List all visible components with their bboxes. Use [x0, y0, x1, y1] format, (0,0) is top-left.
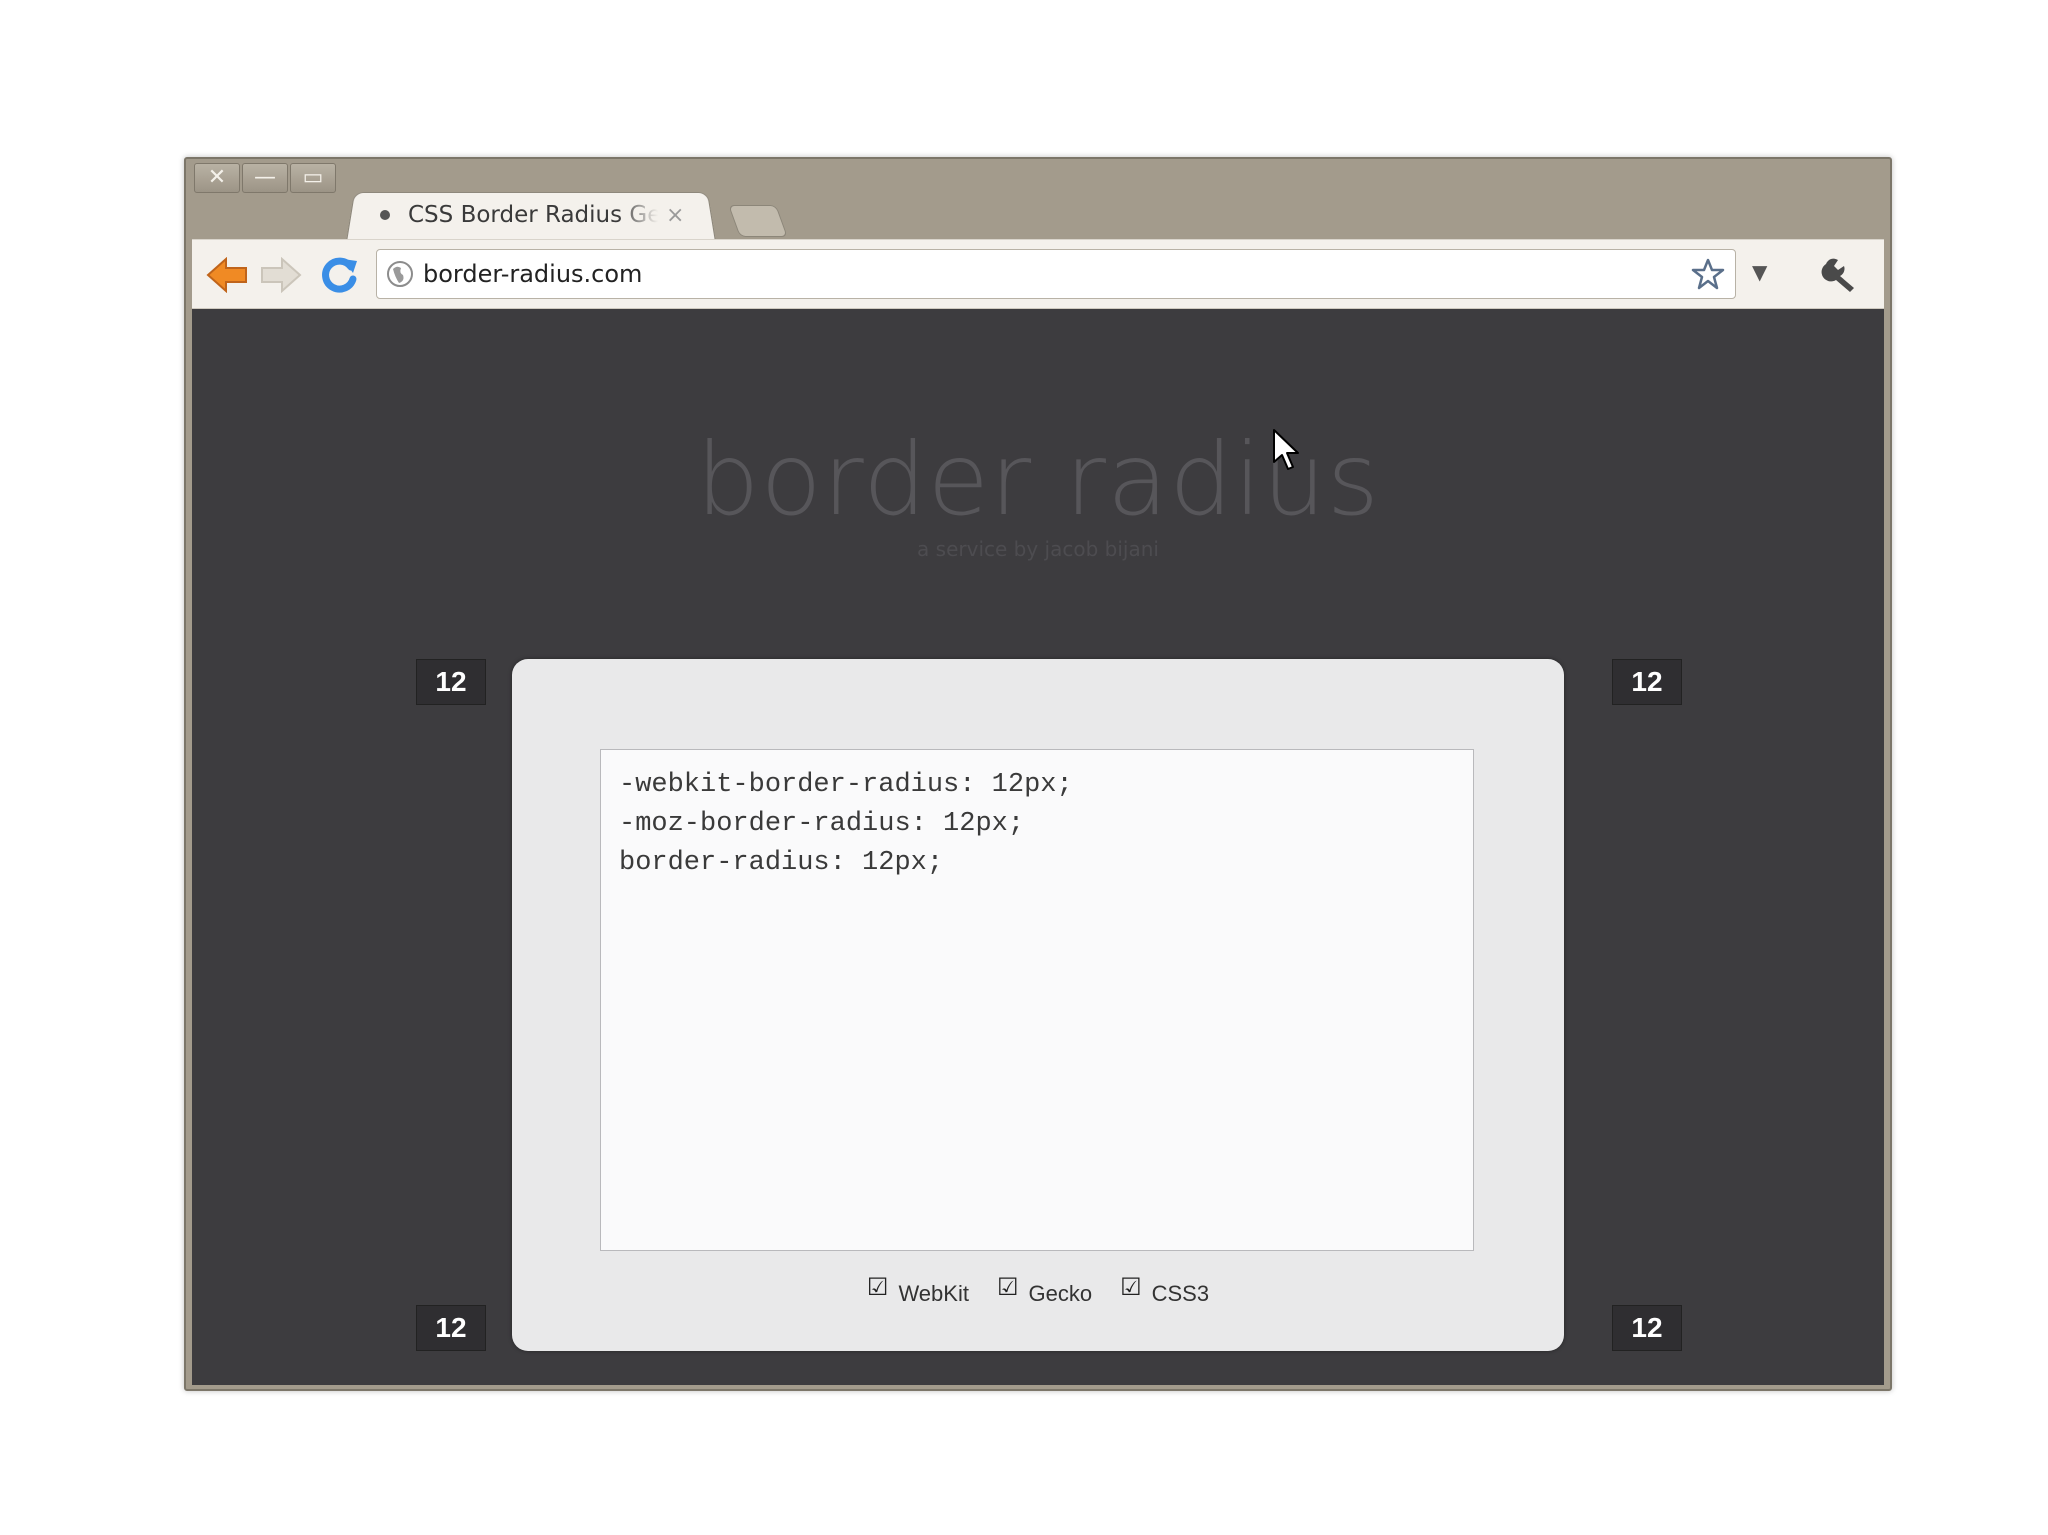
option-webkit[interactable]: ☑ WebKit — [867, 1274, 969, 1308]
globe-icon — [387, 261, 413, 287]
option-gecko-label: Gecko — [1028, 1280, 1093, 1306]
vendor-options: ☑ WebKit ☑ Gecko ☑ CSS3 — [512, 1274, 1564, 1308]
option-gecko[interactable]: ☑ Gecko — [997, 1274, 1093, 1308]
tab-loading-icon — [380, 210, 390, 220]
radius-input-top-right[interactable]: 12 — [1612, 659, 1682, 705]
radius-input-bottom-left[interactable]: 12 — [416, 1305, 486, 1351]
option-css3-label: CSS3 — [1151, 1280, 1210, 1306]
browser-window: ✕ — ▭ CSS Border Radius Generator × — [184, 157, 1892, 1391]
radius-input-bottom-right[interactable]: 12 — [1612, 1305, 1682, 1351]
radius-input-top-left[interactable]: 12 — [416, 659, 486, 705]
site-subtitle: a service by jacob bijani — [917, 537, 1159, 561]
checkbox-gecko-icon[interactable]: ☑ — [997, 1273, 1019, 1302]
forward-arrow-icon[interactable] — [258, 252, 304, 298]
browser-toolbar: border-radius.com ▼ — [192, 239, 1884, 309]
mouse-cursor-icon — [1273, 429, 1299, 470]
checkbox-webkit-icon[interactable]: ☑ — [867, 1273, 889, 1302]
option-webkit-label: WebKit — [898, 1280, 969, 1306]
page-content: border radius a service by jacob bijani … — [192, 309, 1884, 1385]
star-icon[interactable] — [1691, 257, 1725, 291]
tab-strip: CSS Border Radius Generator × — [346, 189, 1046, 242]
code-output[interactable]: -webkit-border-radius: 12px; -moz-border… — [600, 749, 1474, 1251]
address-bar[interactable]: border-radius.com — [376, 249, 1736, 299]
checkbox-css3-icon[interactable]: ☑ — [1120, 1273, 1142, 1302]
url-text[interactable]: border-radius.com — [423, 260, 1691, 288]
tab-title: CSS Border Radius Generator — [408, 202, 658, 228]
window-controls: ✕ — ▭ — [194, 163, 336, 193]
reload-icon[interactable] — [316, 252, 362, 298]
preview-box: -webkit-border-radius: 12px; -moz-border… — [512, 659, 1564, 1351]
window-minimize-button[interactable]: — — [242, 163, 288, 193]
back-arrow-icon[interactable] — [204, 252, 250, 298]
tab-border-radius[interactable]: CSS Border Radius Generator × — [368, 189, 698, 241]
new-tab-button[interactable] — [728, 205, 788, 237]
site-title: border radius — [695, 421, 1381, 538]
window-close-button[interactable]: ✕ — [194, 163, 240, 193]
option-css3[interactable]: ☑ CSS3 — [1120, 1274, 1210, 1308]
tab-close-icon[interactable]: × — [666, 203, 684, 228]
window-maximize-button[interactable]: ▭ — [290, 163, 336, 193]
chevron-down-icon[interactable]: ▼ — [1752, 260, 1767, 284]
wrench-icon[interactable] — [1820, 254, 1860, 294]
